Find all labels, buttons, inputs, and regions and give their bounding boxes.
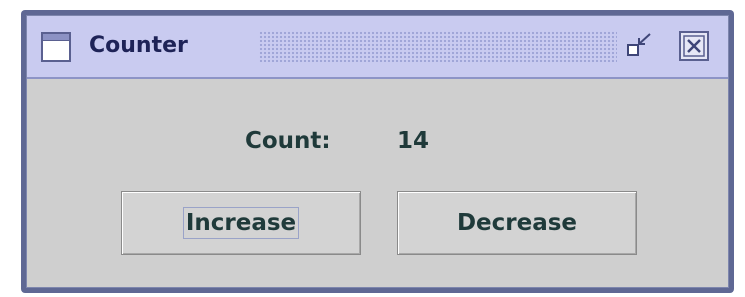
window-body: Counter Count: 14 Increase Decrease [26,15,729,288]
decrease-button-label: Decrease [456,210,578,236]
title-bar-pattern [259,31,617,62]
increase-button[interactable]: Increase [121,191,361,255]
count-value: 14 [397,128,430,154]
close-button[interactable] [679,31,709,61]
window-content: Count: 14 Increase Decrease [27,79,728,287]
count-label: Count: [245,128,331,154]
title-bar[interactable]: Counter [27,16,728,79]
restore-icon [627,33,651,56]
restore-button[interactable] [625,31,655,61]
window-title: Counter [89,33,188,58]
close-icon [683,35,705,57]
counter-window: Counter Count: 14 Increase Decrease [21,10,734,293]
decrease-button[interactable]: Decrease [397,191,637,255]
increase-button-label: Increase [182,207,300,239]
window-icon[interactable] [41,32,71,62]
